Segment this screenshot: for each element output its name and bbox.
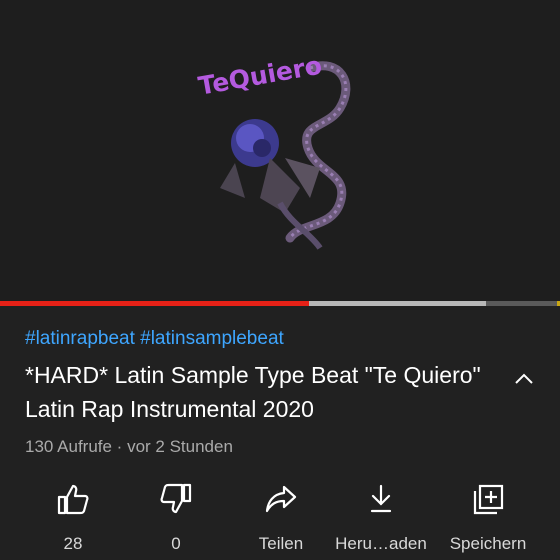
save-label: Speichern: [449, 534, 527, 553]
playlist-add-icon: [473, 484, 504, 515]
dislike-button[interactable]: 0: [121, 480, 231, 554]
download-icon: [370, 484, 392, 513]
like-button[interactable]: 28: [18, 480, 128, 554]
thumbs-up-icon: [57, 484, 89, 515]
dislike-count: 0: [171, 534, 181, 553]
share-label: Teilen: [258, 534, 304, 553]
share-icon: [265, 485, 297, 513]
video-title[interactable]: *HARD* Latin Sample Type Beat "Te Quiero…: [25, 358, 495, 426]
download-label: Heru…aden: [335, 534, 427, 553]
video-meta: 130 Aufrufe · vor 2 Stunden: [25, 437, 233, 456]
video-info-panel: #latinrapbeat #latinsamplebeat *HARD* La…: [0, 306, 560, 560]
hashtag-links[interactable]: #latinrapbeat #latinsamplebeat: [25, 328, 284, 350]
artwork-title: TeQuiero: [196, 51, 324, 101]
save-button[interactable]: Speichern: [433, 480, 543, 554]
collapse-description-button[interactable]: [508, 363, 540, 395]
share-button[interactable]: Teilen: [226, 480, 336, 554]
action-bar: 28 0 Teilen Heru…aden Speichern: [0, 480, 560, 554]
like-count: 28: [63, 534, 83, 553]
thumbs-down-icon: [160, 483, 192, 514]
download-button[interactable]: Heru…aden: [326, 480, 436, 554]
video-player[interactable]: TeQuiero: [0, 0, 560, 303]
chevron-up-icon: [515, 373, 533, 384]
video-artwork: TeQuiero: [196, 51, 351, 250]
